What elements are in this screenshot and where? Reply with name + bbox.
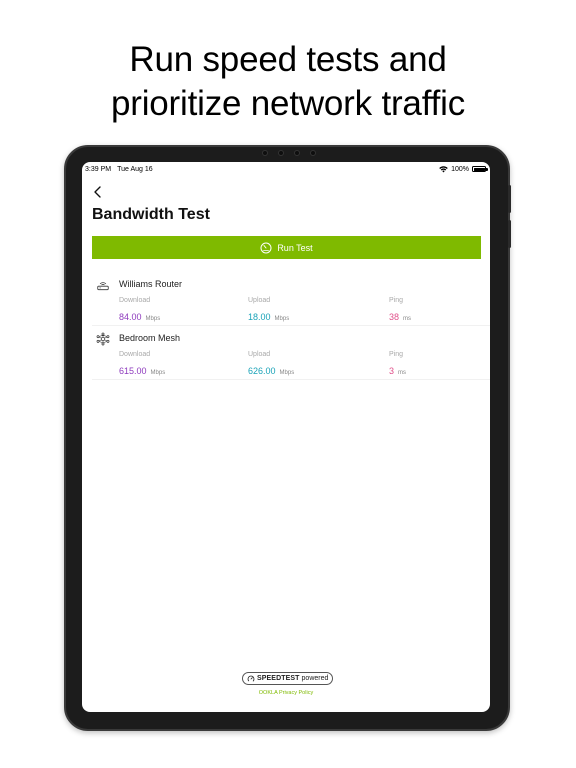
device-row-bedroom-mesh[interactable]: Bedroom Mesh Download 615.00 Mbps Upload …	[92, 326, 490, 380]
upload-value: 626.00	[248, 366, 276, 376]
download-value: 84.00	[119, 312, 142, 322]
ping-metric: Ping 3 ms	[389, 351, 406, 379]
download-metric: Download 615.00 Mbps	[119, 351, 165, 379]
speedtest-logo-icon	[247, 675, 255, 682]
wifi-icon	[439, 165, 448, 172]
app-screen: 3:39 PM Tue Aug 16 100% Bandwidth Test R…	[82, 162, 490, 712]
upload-label: Upload	[248, 297, 271, 304]
ping-value: 3	[389, 366, 395, 376]
badge-suffix: powered	[301, 675, 329, 682]
headline-line-1: Run speed tests and	[129, 40, 447, 79]
ping-label: Ping	[389, 297, 404, 304]
download-metric: Download 84.00 Mbps	[119, 297, 160, 325]
download-label: Download	[119, 297, 151, 304]
speedometer-icon	[260, 242, 272, 253]
download-value: 615.00	[119, 366, 147, 376]
upload-value: 18.00	[248, 312, 271, 322]
device-row-williams-router[interactable]: Williams Router Download 84.00 Mbps Uploa…	[92, 272, 490, 326]
upload-metric: Upload 18.00 Mbps	[248, 297, 289, 325]
device-name: Williams Router	[119, 279, 183, 289]
upload-label: Upload	[248, 351, 271, 358]
run-test-button[interactable]: Run Test	[92, 236, 481, 259]
ping-unit: ms	[398, 370, 407, 376]
status-time: 3:39 PM	[85, 165, 112, 173]
tablet-side-button	[508, 220, 511, 248]
status-date: Tue Aug 16	[117, 165, 153, 173]
headline-line-2: prioritize network traffic	[111, 84, 465, 123]
ping-unit: ms	[403, 316, 412, 322]
router-icon	[97, 282, 109, 291]
sensor-dot	[294, 150, 300, 156]
run-test-label: Run Test	[277, 242, 313, 253]
ping-label: Ping	[389, 351, 404, 358]
device-name: Bedroom Mesh	[119, 333, 181, 343]
battery-icon	[472, 166, 488, 172]
back-button[interactable]	[90, 184, 106, 200]
battery-percent: 100%	[451, 165, 469, 173]
marketing-headline: Run speed tests and prioritize network t…	[0, 38, 576, 126]
sensor-dot	[310, 150, 316, 156]
download-unit: Mbps	[150, 370, 166, 376]
chevron-left-icon	[94, 186, 101, 198]
tablet-side-button	[508, 185, 511, 213]
ping-metric: Ping 38 ms	[389, 297, 411, 325]
sensor-dot	[262, 150, 268, 156]
upload-unit: Mbps	[279, 370, 295, 376]
mesh-node-icon	[96, 332, 110, 346]
ping-value: 38	[389, 312, 400, 322]
page-title: Bandwidth Test	[92, 206, 210, 223]
download-label: Download	[119, 351, 151, 358]
status-bar: 3:39 PM Tue Aug 16 100%	[82, 162, 490, 176]
upload-unit: Mbps	[274, 316, 290, 322]
sensor-dot	[278, 150, 284, 156]
speedtest-powered-badge: SPEEDTEST powered	[242, 672, 334, 685]
download-unit: Mbps	[145, 316, 161, 322]
device-list: Williams Router Download 84.00 Mbps Uploa…	[92, 272, 490, 380]
privacy-policy-link[interactable]: OOKLA Privacy Policy	[82, 690, 490, 696]
badge-brand: SPEEDTEST	[257, 675, 300, 682]
upload-metric: Upload 626.00 Mbps	[248, 351, 294, 379]
camera-sensors	[249, 149, 329, 157]
